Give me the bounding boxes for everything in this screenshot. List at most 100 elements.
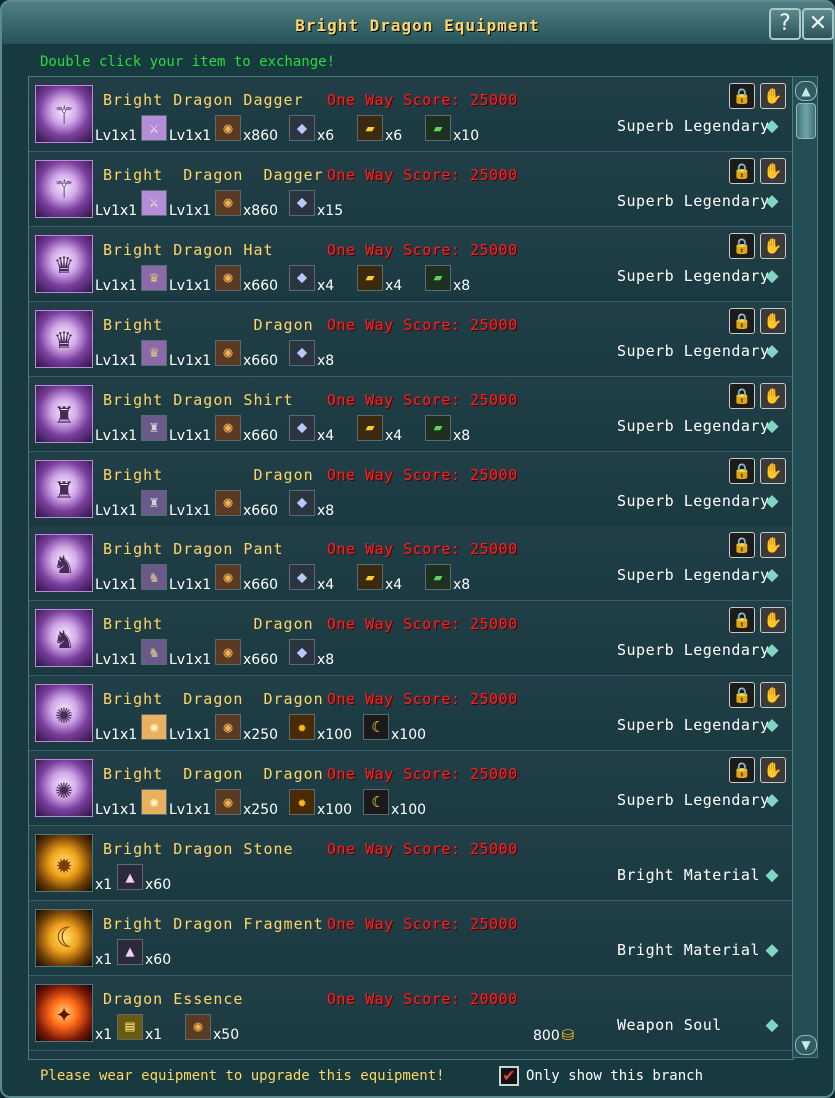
ore-icon[interactable]: ◉ (215, 264, 241, 291)
equipment-row[interactable]: ♞ Bright Dragon Pant One Way Score: 25000 L… (29, 526, 793, 602)
scroll-thumb[interactable] (796, 103, 816, 139)
lock-icon[interactable]: 🔒 (729, 532, 755, 559)
hat-icon[interactable]: ♛ (141, 264, 167, 291)
hand-icon[interactable]: ✋ (760, 232, 786, 259)
hat-icon[interactable]: ♛ (141, 339, 167, 366)
ore-icon[interactable]: ◉ (215, 189, 241, 216)
crystal-icon[interactable]: ⬥ (289, 489, 315, 516)
pant-icon[interactable]: ♞ (35, 609, 93, 668)
ore-icon[interactable]: ◉ (215, 115, 241, 141)
jade-icon[interactable]: ▰ (425, 115, 451, 141)
dragon-fragment-icon[interactable]: ☾ (35, 908, 93, 967)
crystal-icon[interactable]: ⬥ (289, 639, 315, 666)
crystal-icon[interactable]: ⬥ (289, 339, 315, 366)
dragon-gem-icon[interactable]: ✺ (35, 759, 93, 818)
equipment-row[interactable]: ♜ Bright Dragon One Way Score: 25000 Lv1x1 ♜… (29, 451, 793, 527)
pyramid-icon[interactable]: ▲ (117, 864, 143, 890)
lock-icon[interactable]: 🔒 (729, 607, 755, 634)
equipment-row[interactable]: ✺ Bright Dragon Dragon One Way Score: 2500… (29, 676, 793, 752)
hand-icon[interactable]: ✋ (760, 532, 786, 559)
crystal-icon[interactable]: ⬥ (289, 189, 315, 216)
pant-icon[interactable]: ♞ (141, 639, 167, 666)
dragon-coin-icon[interactable]: ✹ (289, 714, 315, 741)
equipment-row[interactable]: ✺ Bright Dragon Dragon One Way Score: 2500… (29, 751, 793, 827)
hand-icon[interactable]: ✋ (760, 83, 786, 109)
expand-gem-icon[interactable]: ◆ (763, 117, 781, 135)
only-show-branch-checkbox[interactable]: ✔ (499, 1066, 519, 1086)
ore-icon[interactable]: ◉ (215, 414, 241, 441)
dragon-stone-icon[interactable]: ✹ (35, 834, 93, 892)
ore-icon[interactable]: ◉ (185, 1013, 211, 1040)
dagger-icon[interactable]: ⚔ (141, 115, 167, 141)
crystal-icon[interactable]: ⬥ (289, 264, 315, 291)
crystal-icon[interactable]: ⬥ (289, 564, 315, 591)
lock-icon[interactable]: 🔒 (729, 682, 755, 709)
shirt-icon[interactable]: ♜ (35, 384, 93, 443)
crystal-icon[interactable]: ⬥ (289, 414, 315, 441)
expand-gem-icon[interactable]: ◆ (763, 866, 781, 884)
hand-icon[interactable]: ✋ (760, 607, 786, 634)
equipment-row[interactable]: ♛ Bright Dragon One Way Score: 25000 Lv1x1 ♛… (29, 301, 793, 377)
expand-gem-icon[interactable]: ◆ (763, 941, 781, 959)
expand-gem-icon[interactable]: ◆ (763, 267, 781, 285)
expand-gem-icon[interactable]: ◆ (763, 492, 781, 510)
shirt-icon[interactable]: ♜ (35, 459, 93, 518)
hat-icon[interactable]: ♛ (35, 234, 93, 293)
equipment-row[interactable]: ♛ Bright Dragon Hat One Way Score: 25000 Lv… (29, 226, 793, 302)
hat-icon[interactable]: ♛ (35, 309, 93, 368)
shirt-icon[interactable]: ♜ (141, 414, 167, 441)
equipment-row[interactable]: ⚚ Bright Dragon Dagger One Way Score: 2500… (29, 77, 793, 152)
gem-icon[interactable]: ✺ (141, 714, 167, 741)
hand-icon[interactable]: ✋ (760, 757, 786, 784)
gold-bar-icon[interactable]: ▰ (357, 115, 383, 141)
lock-icon[interactable]: 🔒 (729, 232, 755, 259)
gold-bar-icon[interactable]: ▰ (357, 414, 383, 441)
help-button[interactable]: ? (769, 8, 801, 40)
pant-icon[interactable]: ♞ (141, 564, 167, 591)
lock-icon[interactable]: 🔒 (729, 157, 755, 184)
ore-icon[interactable]: ◉ (215, 339, 241, 366)
equipment-row[interactable]: ⚚ Bright Dragon Dagger One Way Score: 2500… (29, 151, 793, 227)
equipment-row[interactable]: ✦ Dragon Essence One Way Score: 20000 x1 ▤ x1… (29, 975, 793, 1051)
lock-icon[interactable]: 🔒 (729, 307, 755, 334)
close-button[interactable]: ✕ (802, 8, 834, 40)
title-bar[interactable]: Bright Dragon Equipment ? ✕ (2, 2, 834, 44)
hand-icon[interactable]: ✋ (760, 157, 786, 184)
scrollbar[interactable]: ▲ ▼ (792, 76, 818, 1058)
gold-bar-icon[interactable]: ▰ (357, 564, 383, 591)
lock-icon[interactable]: 🔒 (729, 382, 755, 409)
equipment-row[interactable]: ♞ Bright Dragon One Way Score: 25000 Lv1x1 ♞… (29, 601, 793, 677)
expand-gem-icon[interactable]: ◆ (763, 791, 781, 809)
dragon-essence-icon[interactable]: ✦ (35, 983, 93, 1042)
expand-gem-icon[interactable]: ◆ (763, 716, 781, 734)
expand-gem-icon[interactable]: ◆ (763, 1016, 781, 1034)
gold-bar-icon[interactable]: ▰ (357, 264, 383, 291)
crystal-icon[interactable]: ⬥ (289, 115, 315, 141)
dragon-coin-icon[interactable]: ✹ (289, 789, 315, 816)
expand-gem-icon[interactable]: ◆ (763, 566, 781, 584)
pyramid-icon[interactable]: ▲ (117, 938, 143, 965)
scroll-down-button[interactable]: ▼ (795, 1035, 817, 1055)
scroll-up-button[interactable]: ▲ (795, 81, 817, 101)
dragon-gem-icon[interactable]: ✺ (35, 684, 93, 743)
dagger-icon[interactable]: ⚔ (141, 189, 167, 216)
equipment-row[interactable]: ✹ Bright Dragon Stone One Way Score: 25000… (29, 826, 793, 901)
dagger-icon[interactable]: ⚚ (35, 85, 93, 143)
pant-icon[interactable]: ♞ (35, 534, 93, 593)
expand-gem-icon[interactable]: ◆ (763, 417, 781, 435)
jade-icon[interactable]: ▰ (425, 564, 451, 591)
ore-icon[interactable]: ◉ (215, 714, 241, 741)
ore-icon[interactable]: ◉ (215, 489, 241, 516)
hand-icon[interactable]: ✋ (760, 382, 786, 409)
equipment-row[interactable]: ☾ Bright Dragon Fragment One Way Score: 25… (29, 900, 793, 976)
lock-icon[interactable]: 🔒 (729, 457, 755, 484)
equipment-row[interactable]: ♜ Bright Dragon Shirt One Way Score: 25000… (29, 376, 793, 452)
lock-icon[interactable]: 🔒 (729, 757, 755, 784)
hand-icon[interactable]: ✋ (760, 307, 786, 334)
expand-gem-icon[interactable]: ◆ (763, 641, 781, 659)
ore-icon[interactable]: ◉ (215, 639, 241, 666)
only-show-branch-label[interactable]: Only show this branch (526, 1068, 703, 1084)
hand-icon[interactable]: ✋ (760, 457, 786, 484)
jade-icon[interactable]: ▰ (425, 264, 451, 291)
hand-icon[interactable]: ✋ (760, 682, 786, 709)
